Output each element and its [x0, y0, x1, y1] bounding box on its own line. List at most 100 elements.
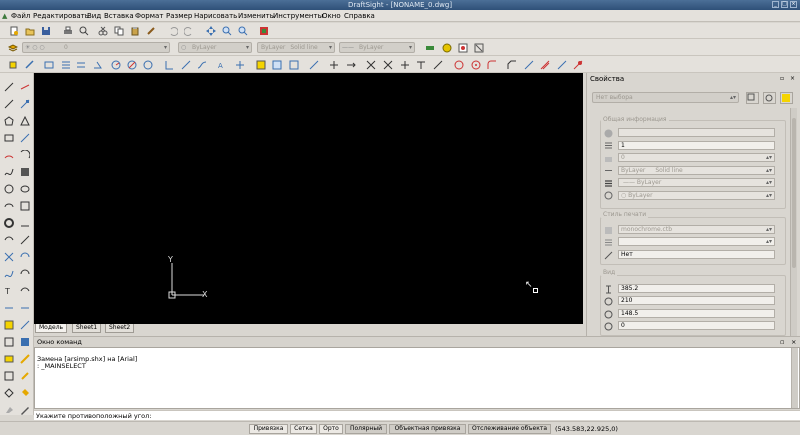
layer-state-icon[interactable] — [442, 43, 452, 53]
esnap-toggle-button[interactable]: Объектная привязка — [389, 424, 466, 434]
highlight-icon[interactable] — [20, 354, 30, 364]
view-center-x-field[interactable]: 148.5 — [618, 309, 775, 318]
properties-scrollbar[interactable] — [790, 108, 797, 336]
menu-draw[interactable]: Нарисовать — [194, 10, 237, 22]
menu-dimension[interactable]: Размер — [166, 10, 192, 22]
grid-toggle-button[interactable]: Сетка — [290, 424, 317, 434]
view-height-field[interactable]: 385.2 — [618, 284, 775, 293]
linestyle-field[interactable]: ByLayer Solid line ▴▾ — [618, 166, 775, 175]
linestyle-combo[interactable]: ByLayer Solid line ▾ — [257, 42, 335, 53]
print-table-field[interactable]: ▴▾ — [618, 237, 775, 246]
wipeout-icon[interactable] — [4, 252, 14, 262]
boundary-icon[interactable] — [20, 252, 30, 262]
break-icon[interactable] — [416, 60, 426, 70]
redo-icon[interactable] — [184, 26, 194, 36]
square-icon[interactable] — [4, 371, 14, 381]
zoom-realtime-icon[interactable] — [222, 26, 232, 36]
dimension-arc-icon[interactable] — [143, 60, 153, 70]
offset-icon[interactable] — [540, 60, 550, 70]
layer-combo[interactable]: ☀ ○ ○ 0 ▾ — [22, 42, 170, 53]
make-current-layer-icon[interactable] — [425, 43, 435, 53]
spline-icon[interactable] — [4, 167, 14, 177]
snap-toggle-button[interactable]: Привязка — [249, 424, 288, 434]
layer-previous-icon[interactable] — [458, 43, 468, 53]
leader-icon[interactable] — [197, 60, 207, 70]
tab-sheet1[interactable]: Sheet1 — [72, 324, 102, 333]
panel-close-icon[interactable]: × — [790, 75, 795, 82]
linescale-field[interactable]: 1 — [618, 141, 775, 150]
quick-select-icon[interactable] — [763, 92, 776, 104]
trim-icon[interactable] — [383, 60, 393, 70]
dimension-diameter-icon[interactable] — [127, 60, 137, 70]
extend-icon[interactable] — [400, 60, 410, 70]
cut-icon[interactable] — [98, 26, 108, 36]
dimension-baseline-icon[interactable] — [61, 60, 71, 70]
print-icon[interactable] — [63, 26, 73, 36]
view-width-field[interactable]: 210 — [618, 296, 775, 305]
rectangle-icon[interactable] — [4, 133, 14, 143]
insert-block-icon[interactable] — [309, 60, 319, 70]
image-icon[interactable] — [4, 320, 14, 330]
tolerance-icon[interactable]: A — [218, 60, 228, 70]
menu-tools[interactable]: Инструменты — [273, 10, 323, 22]
reference-icon[interactable] — [20, 320, 30, 330]
pencil-icon[interactable] — [20, 405, 30, 415]
etrack-toggle-button[interactable]: Отслеживание объекта — [468, 424, 551, 434]
dimension-linear-icon[interactable] — [25, 60, 35, 70]
polygon-icon[interactable] — [4, 116, 14, 126]
copy-entity-icon[interactable] — [346, 60, 356, 70]
pan-icon[interactable] — [206, 26, 216, 36]
menu-insert[interactable]: Вставка — [104, 10, 134, 22]
menu-help[interactable]: Справка — [344, 10, 375, 22]
stretch-icon[interactable] — [433, 60, 443, 70]
circle-arc-icon[interactable] — [20, 150, 30, 160]
dimension-jogged-icon[interactable] — [181, 60, 191, 70]
mirror-icon[interactable] — [366, 60, 376, 70]
command-scrollbar[interactable] — [791, 348, 798, 408]
rotate-icon[interactable] — [454, 60, 464, 70]
arc-icon[interactable] — [4, 150, 14, 160]
elliptical-arc-icon[interactable] — [4, 201, 14, 211]
point-icon[interactable] — [20, 133, 30, 143]
text-icon[interactable]: T — [4, 286, 14, 296]
fill-bucket-icon[interactable] — [20, 388, 30, 398]
hatch-fill-icon[interactable] — [20, 167, 30, 177]
revision-cloud-icon[interactable] — [4, 235, 14, 245]
tab-sheet2[interactable]: Sheet2 — [105, 324, 135, 333]
match-properties-icon[interactable] — [146, 26, 156, 36]
edit-text-icon[interactable] — [4, 354, 14, 364]
tab-model[interactable]: Модель — [35, 324, 68, 333]
close-button[interactable]: × — [790, 1, 797, 8]
fillet-icon[interactable] — [487, 60, 497, 70]
menu-window[interactable]: Окно — [322, 10, 341, 22]
chamfer-icon[interactable] — [507, 60, 517, 70]
dimension-aligned-icon[interactable] — [44, 60, 54, 70]
diamond-icon[interactable] — [4, 388, 14, 398]
view-center-y-field[interactable]: 0 — [618, 321, 775, 330]
triangle-icon[interactable] — [20, 116, 30, 126]
command-prompt[interactable]: Укажите противоположный угол: — [34, 410, 800, 420]
scale-icon[interactable] — [471, 60, 481, 70]
undo-icon[interactable] — [168, 26, 178, 36]
lineweight-field[interactable]: —— ByLayer ▴▾ — [618, 178, 775, 187]
center-mark-icon[interactable] — [235, 60, 245, 70]
print-preview-icon[interactable] — [79, 26, 89, 36]
solid-icon[interactable] — [20, 218, 30, 228]
block-icon[interactable] — [289, 60, 299, 70]
menu-format[interactable]: Формат — [135, 10, 163, 22]
snap-icon[interactable] — [8, 60, 18, 70]
zoom-window-icon[interactable] — [238, 26, 248, 36]
layer-filter-icon[interactable] — [474, 43, 484, 53]
donut-icon[interactable] — [4, 218, 14, 228]
paste-icon[interactable] — [130, 26, 140, 36]
construction-line-icon[interactable] — [4, 269, 14, 279]
command-close-icon[interactable]: × — [791, 337, 796, 347]
dimension-ordinate-icon[interactable] — [164, 60, 174, 70]
note-icon[interactable] — [4, 303, 14, 313]
new-file-icon[interactable] — [9, 26, 19, 36]
array-icon[interactable] — [557, 60, 567, 70]
command-float-icon[interactable]: ▫ — [780, 337, 784, 347]
dimension-angular-icon[interactable] — [93, 60, 103, 70]
color-bylayer-field[interactable]: ○ ByLayer ▴▾ — [618, 191, 775, 200]
erase-icon[interactable] — [573, 60, 583, 70]
